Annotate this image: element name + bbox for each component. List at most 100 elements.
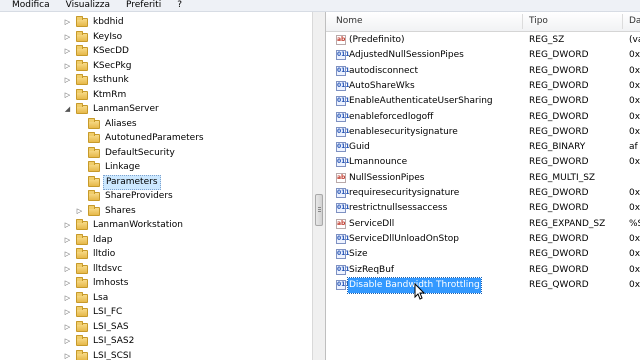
list-row[interactable]: 011 EnableAuthenticateUserSharing REG_DWOR…	[326, 94, 640, 109]
folder-icon	[76, 88, 88, 100]
value-type: REG_EXPAND_SZ	[529, 218, 606, 229]
folder-icon	[76, 291, 88, 303]
tree-item[interactable]: ▷ lmhosts	[0, 276, 312, 291]
tree-item[interactable]: AutotunedParameters	[0, 131, 312, 146]
tree-item[interactable]: ▷ Shares	[0, 204, 312, 219]
collapsed-arrow-icon[interactable]: ▷	[64, 19, 71, 26]
menu-help[interactable]: ?	[177, 0, 188, 11]
tree-item-label: LSI_SCSI	[93, 350, 132, 360]
list-row[interactable]: ab(Predefinito) REG_SZ (va	[326, 33, 640, 48]
list-row[interactable]: 011 Disable Bandwidth Throttling REG_QWORD…	[326, 276, 640, 294]
list-row[interactable]: 011autodisconnect REG_DWORD 0x0	[326, 64, 640, 79]
tree-item[interactable]: ◢ LanmanServer	[0, 102, 312, 117]
menu-edit[interactable]: Modifica	[12, 0, 56, 11]
value-data: 0x0	[629, 96, 640, 107]
folder-icon	[76, 248, 88, 259]
list-row[interactable]: 011requiresecuritysignature REG_DWORD 0x0	[326, 186, 640, 201]
tree-item[interactable]: ▷ KtmRm	[0, 88, 312, 103]
tree-item-label: kbdhid	[93, 17, 124, 27]
tree-item[interactable]: DefaultSecurity	[0, 146, 312, 161]
column-header-name[interactable]: Nome	[336, 12, 363, 31]
folder-icon	[88, 161, 100, 172]
value-name: AdjustedNullSessionPipes	[349, 50, 464, 61]
tree-scrollbar[interactable]	[312, 12, 326, 360]
tree-item[interactable]: ▷ Lsa	[0, 291, 312, 306]
tree-item[interactable]: ▷ lltdsvc	[0, 262, 312, 277]
collapsed-arrow-icon[interactable]: ▷	[64, 77, 71, 84]
expanded-arrow-icon[interactable]: ◢	[64, 106, 71, 113]
collapsed-arrow-icon[interactable]: ▷	[64, 33, 71, 41]
folder-icon	[76, 233, 88, 245]
tree-item[interactable]: ▷ KSecDD	[0, 44, 312, 59]
registry-binary-icon: 011	[336, 233, 350, 244]
tree-item[interactable]: ▷ LSI_SAS2	[0, 334, 312, 349]
tree-item[interactable]: Linkage	[0, 160, 312, 175]
collapsed-arrow-icon[interactable]: ▷	[76, 207, 83, 215]
folder-icon	[76, 30, 88, 42]
tree-item[interactable]: ▷ LSI_SCSI	[0, 349, 312, 360]
menu-bar: Modifica Visualizza Preferiti ?	[0, 0, 640, 12]
menu-view[interactable]: Visualizza	[66, 0, 116, 11]
value-type: REG_DWORD	[529, 203, 589, 214]
tree-item[interactable]: ▷ LanmanWorkstation	[0, 218, 312, 233]
list-row[interactable]: abServiceDll REG_EXPAND_SZ %S	[326, 217, 640, 232]
value-data: 0x0	[629, 203, 640, 214]
list-row[interactable]: 011Lmannounce REG_DWORD 0x0	[326, 155, 640, 170]
collapsed-arrow-icon[interactable]: ▷	[64, 323, 71, 331]
collapsed-arrow-icon[interactable]: ▷	[64, 265, 71, 273]
tree-item[interactable]: ▷ ldap	[0, 233, 312, 248]
tree-item[interactable]: ▷ kbdhid	[0, 15, 312, 30]
folder-icon	[76, 59, 88, 71]
list-row[interactable]: 011restrictnullsessaccess REG_DWORD 0x0	[326, 201, 640, 216]
tree-item[interactable]: ▷ LSI_SAS	[0, 320, 312, 335]
list-row[interactable]: 011enablesecuritysignature REG_DWORD 0x0	[326, 125, 640, 140]
collapsed-arrow-icon[interactable]: ▷	[64, 91, 71, 99]
scroll-thumb[interactable]	[315, 194, 323, 226]
tree-item[interactable]: ▷ KSecPkg	[0, 59, 312, 74]
list-row[interactable]: 011 Guid REG_BINARY af	[326, 140, 640, 155]
collapsed-arrow-icon[interactable]: ▷	[64, 48, 71, 55]
column-header-type[interactable]: Tipo	[529, 12, 548, 31]
folder-icon	[88, 117, 100, 129]
values-list: Nome Tipo Dati ab(Predefinito)REG_SZ(va0…	[326, 12, 640, 360]
tree-item[interactable]: ▷ ksthunk	[0, 73, 312, 88]
tree-item[interactable]: Aliases	[0, 117, 312, 132]
value-data: 0x0	[629, 126, 640, 137]
collapsed-arrow-icon[interactable]: ▷	[64, 62, 71, 70]
value-type: REG_DWORD	[529, 249, 589, 260]
tree-item[interactable]: ShareProviders	[0, 189, 312, 204]
value-data: 0x0	[629, 188, 640, 198]
value-type: REG_SZ	[529, 35, 565, 45]
collapsed-arrow-icon[interactable]: ▷	[64, 222, 71, 229]
mouse-pointer-icon	[414, 283, 426, 300]
tree-item[interactable]: ▷ lltdio	[0, 247, 312, 262]
folder-icon	[76, 103, 88, 114]
list-row[interactable]: 011AdjustedNullSessionPipes REG_DWORD 0x0	[326, 48, 640, 63]
value-name: restrictnullsessaccess	[349, 203, 448, 214]
collapsed-arrow-icon[interactable]: ▷	[64, 352, 71, 360]
list-row[interactable]: ab NullSessionPipes REG_MULTI_SZ	[326, 171, 640, 186]
collapsed-arrow-icon[interactable]: ▷	[64, 338, 71, 345]
list-row[interactable]: 011ServiceDllUnloadOnStop REG_DWORD 0x0	[326, 232, 640, 247]
list-row[interactable]: 011enableforcedlogoff REG_DWORD 0x0	[326, 110, 640, 125]
tree-item-label: lmhosts	[93, 278, 129, 288]
list-row[interactable]: 011SizReqBuf REG_DWORD 0x0	[326, 263, 640, 278]
menu-favorites[interactable]: Preferiti	[126, 0, 167, 11]
list-row[interactable]: 011Size REG_DWORD 0x0	[326, 247, 640, 262]
collapsed-arrow-icon[interactable]: ▷	[64, 294, 71, 302]
column-header-data[interactable]: Dati	[629, 12, 640, 31]
value-name: Size	[349, 249, 368, 260]
collapsed-arrow-icon[interactable]: ▷	[64, 251, 71, 258]
tree-item-label: ksthunk	[93, 75, 129, 85]
folder-icon	[76, 262, 88, 274]
collapsed-arrow-icon[interactable]: ▷	[64, 309, 71, 316]
tree-item[interactable]: ▷ LSI_FC	[0, 305, 312, 320]
collapsed-arrow-icon[interactable]: ▷	[64, 280, 71, 287]
collapsed-arrow-icon[interactable]: ▷	[64, 236, 71, 244]
tree-item[interactable]: Parameters	[0, 174, 312, 190]
tree-item[interactable]: ▷ KeyIso	[0, 30, 312, 45]
tree-item-label: LSI_SAS	[93, 321, 129, 332]
tree-item-label: LanmanServer	[93, 104, 159, 114]
list-row[interactable]: 011AutoShareWks REG_DWORD 0x0	[326, 79, 640, 94]
registry-tree[interactable]: ▷ kbdhid ▷ KeyIso ▷ KSecDD ▷ KSecPkg ▷ ksthunk ▷ Kt…	[0, 12, 312, 360]
